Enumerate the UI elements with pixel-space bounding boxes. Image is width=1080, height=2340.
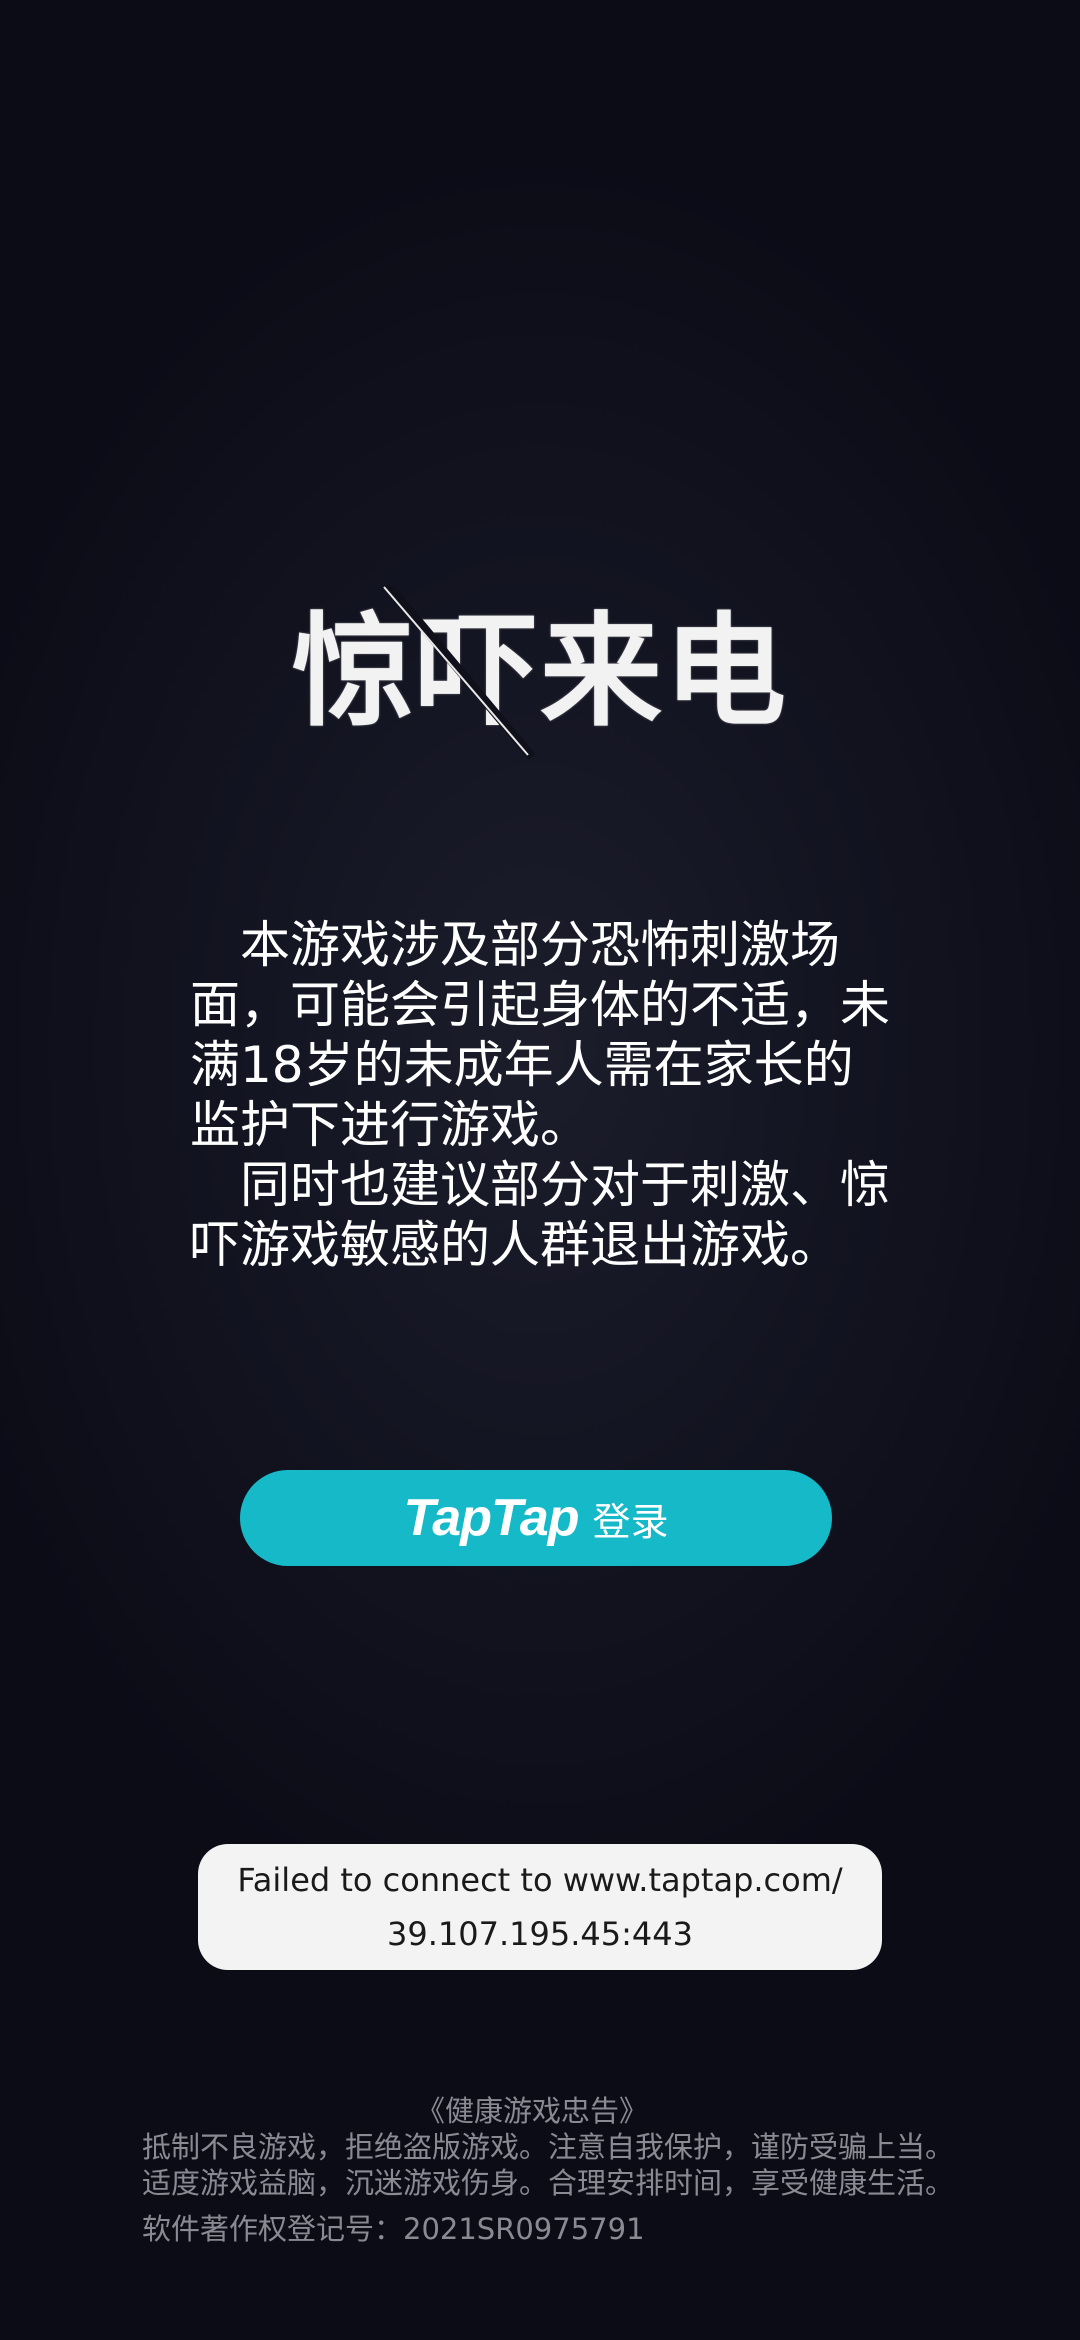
health-notice-footer: 《健康游戏忠告》 抵制不良游戏，拒绝盗版游戏。注意自我保护，谨防受骗上当。 适度… [142, 2093, 962, 2247]
software-registration-number: 软件著作权登记号：2021SR0975791 [142, 2212, 645, 2246]
warning-paragraph-2: 同时也建议部分对于刺激、惊吓游戏敏感的人群退出游戏。 [190, 1156, 890, 1274]
health-notice-line-1: 抵制不良游戏，拒绝盗版游戏。注意自我保护，谨防受骗上当。 [142, 2130, 955, 2164]
game-logo: 惊吓来电 [0, 585, 1080, 760]
login-button-label: 登录 [592, 1499, 669, 1544]
splash-screen: 惊吓来电 本游戏涉及部分恐怖刺激场面，可能会引起身体的不适，未满18岁的未成年人… [0, 0, 1080, 2340]
toast-line-1: Failed to connect to www.taptap.com/ [237, 1861, 843, 1899]
toast-line-2: 39.107.195.45:443 [387, 1915, 693, 1953]
taptap-login-button[interactable]: TapTap 登录 [240, 1470, 832, 1566]
logo-slash-decoration [383, 585, 536, 760]
connection-error-toast: Failed to connect to www.taptap.com/ 39.… [198, 1844, 882, 1970]
health-notice-line-2: 适度游戏益脑，沉迷游戏伤身。合理安排时间，享受健康生活。 [142, 2166, 955, 2200]
content-warning: 本游戏涉及部分恐怖刺激场面，可能会引起身体的不适，未满18岁的未成年人需在家长的… [190, 915, 890, 1275]
taptap-logo: TapTap [403, 1489, 579, 1547]
warning-paragraph-1: 本游戏涉及部分恐怖刺激场面，可能会引起身体的不适，未满18岁的未成年人需在家长的… [190, 916, 890, 1154]
health-notice-title: 《健康游戏忠告》 [415, 2094, 648, 2128]
